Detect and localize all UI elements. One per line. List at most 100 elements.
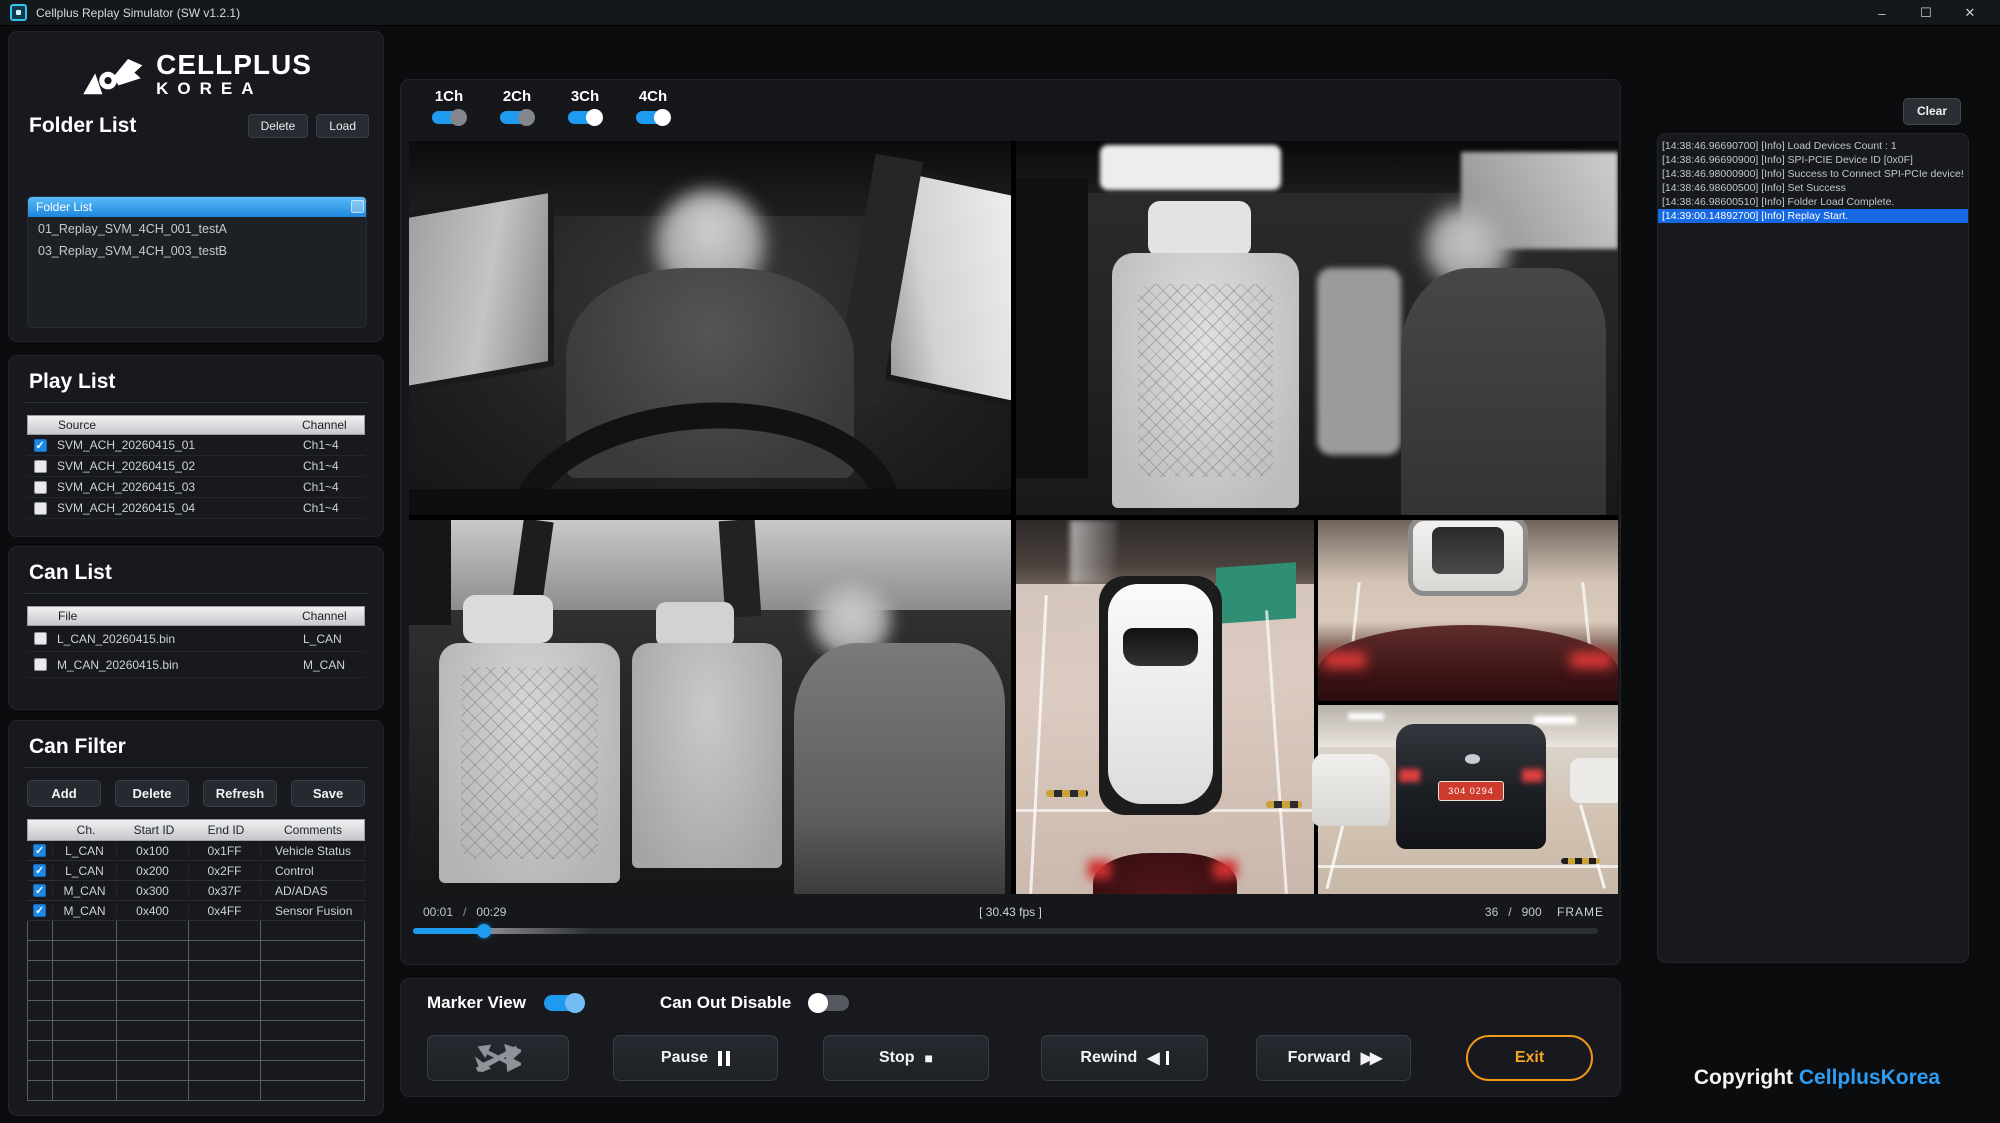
video-channel-2[interactable]: [1016, 141, 1618, 515]
timeline: 00:01 / 00:29 [ 30.43 fps ] 36 / 900 FRA…: [411, 902, 1610, 924]
can-filter-empty-row: [27, 1041, 365, 1061]
rear-view-camera-2: 304 0294: [1318, 705, 1618, 894]
checkbox-checked-icon[interactable]: [34, 439, 47, 452]
folder-list-item[interactable]: 03_Replay_SVM_4CH_003_testB: [28, 239, 366, 261]
log-entry[interactable]: [14:38:46.98600510] [Info] Folder Load C…: [1658, 195, 1968, 209]
cellplus-logo: CELLPLUS KOREA: [9, 32, 383, 100]
can-out-disable-label: Can Out Disable: [660, 993, 791, 1013]
checkbox-checked-icon[interactable]: [33, 884, 46, 897]
channel-toggle-3ch[interactable]: 3Ch: [563, 88, 607, 140]
toggle-switch[interactable]: [568, 111, 602, 124]
play-list-row[interactable]: SVM_ACH_20260415_04Ch1~4: [27, 498, 365, 519]
folder-list-box-header[interactable]: Folder List: [28, 197, 366, 217]
play-list-row[interactable]: SVM_ACH_20260415_01Ch1~4: [27, 435, 365, 456]
column-comments: Comments: [262, 820, 364, 840]
log-panel: [14:38:46.96690700] [Info] Load Devices …: [1657, 133, 1969, 963]
folder-list-panel: CELLPLUS KOREA Folder List Delete Load F…: [8, 31, 384, 342]
can-filter-row[interactable]: M_CAN0x4000x4FFSensor Fusion: [27, 901, 365, 921]
can-list-panel: Can List File Channel L_CAN_20260415.bin…: [8, 546, 384, 710]
maximize-button[interactable]: ☐: [1904, 0, 1948, 26]
close-button[interactable]: ✕: [1948, 0, 1992, 26]
car-seat: [1112, 253, 1299, 507]
brand-sub: KOREA: [156, 79, 312, 99]
can-filter-empty-row: [27, 921, 365, 941]
rewind-button[interactable]: Rewind ◀: [1041, 1035, 1208, 1081]
channel-toggle-4ch[interactable]: 4Ch: [631, 88, 675, 140]
can-filter-empty-row: [27, 1001, 365, 1021]
pause-icon: [718, 1051, 730, 1066]
marker-view-toggle[interactable]: [544, 995, 584, 1011]
log-entry[interactable]: [14:39:00.14892700] [Info] Replay Start.: [1658, 209, 1968, 223]
can-filter-empty-row: [27, 941, 365, 961]
exit-button[interactable]: Exit: [1466, 1035, 1593, 1081]
seek-bar-fill: [413, 928, 484, 934]
seek-bar-thumb[interactable]: [477, 924, 491, 938]
can-filter-empty-row: [27, 1021, 365, 1041]
play-list-panel: Play List Source Channel SVM_ACH_2026041…: [8, 355, 384, 537]
car-seat: [632, 643, 783, 867]
route-disabled-button[interactable]: [427, 1035, 569, 1081]
minimize-button[interactable]: –: [1860, 0, 1904, 26]
checkbox-checked-icon[interactable]: [33, 864, 46, 877]
log-entry[interactable]: [14:38:46.96690700] [Info] Load Devices …: [1658, 139, 1968, 153]
pause-button[interactable]: Pause: [613, 1035, 778, 1081]
can-filter-empty-rows: [27, 921, 365, 1101]
brand-name: CELLPLUS: [156, 51, 312, 79]
video-channel-4[interactable]: 304 0294: [1016, 520, 1618, 894]
log-entry[interactable]: [14:38:46.98600500] [Info] Set Success: [1658, 181, 1968, 195]
folder-delete-button[interactable]: Delete: [248, 114, 309, 138]
checkbox-unchecked-icon[interactable]: [34, 481, 47, 494]
can-filter-refresh-button[interactable]: Refresh: [203, 780, 277, 807]
seek-bar[interactable]: [413, 928, 1598, 934]
app-icon: [10, 4, 27, 21]
video-channel-3[interactable]: [409, 520, 1011, 894]
can-filter-panel: Can Filter Add Delete Refresh Save Ch. S…: [8, 720, 384, 1116]
checkbox-unchecked-icon[interactable]: [34, 502, 47, 515]
channel-toggle-2ch[interactable]: 2Ch: [495, 88, 539, 140]
log-entry[interactable]: [14:38:46.98000900] [Info] Success to Co…: [1658, 167, 1968, 181]
ego-vehicle-topview: [1108, 584, 1212, 805]
play-list-title: Play List: [29, 370, 115, 394]
can-list-row[interactable]: L_CAN_20260415.binL_CAN: [27, 626, 365, 652]
can-filter-row[interactable]: M_CAN0x3000x37FAD/ADAS: [27, 881, 365, 901]
can-filter-save-button[interactable]: Save: [291, 780, 365, 807]
log-entry[interactable]: [14:38:46.96690900] [Info] SPI-PCIE Devi…: [1658, 153, 1968, 167]
forward-button[interactable]: Forward ▶▶: [1256, 1035, 1411, 1081]
channel-toggle-1ch[interactable]: 1Ch: [427, 88, 471, 140]
checkbox-unchecked-icon[interactable]: [34, 632, 47, 645]
toggle-switch[interactable]: [500, 111, 534, 124]
checkbox-checked-icon[interactable]: [33, 844, 46, 857]
can-filter-row[interactable]: L_CAN0x2000x2FFControl: [27, 861, 365, 881]
can-filter-empty-row: [27, 1061, 365, 1081]
passenger-torso: [1401, 268, 1606, 515]
can-out-disable-toggle[interactable]: [809, 995, 849, 1011]
video-channel-1[interactable]: [409, 141, 1011, 515]
can-filter-add-button[interactable]: Add: [27, 780, 101, 807]
can-list-row[interactable]: M_CAN_20260415.binM_CAN: [27, 652, 365, 678]
can-filter-row[interactable]: L_CAN0x1000x1FFVehicle Status: [27, 841, 365, 861]
column-end-id: End ID: [190, 820, 262, 840]
checkbox-checked-icon[interactable]: [33, 904, 46, 917]
play-list-row[interactable]: SVM_ACH_20260415_02Ch1~4: [27, 456, 365, 477]
can-filter-delete-button[interactable]: Delete: [115, 780, 189, 807]
toggle-switch[interactable]: [432, 111, 466, 124]
log-list: [14:38:46.96690700] [Info] Load Devices …: [1658, 139, 1968, 223]
can-list-rows: L_CAN_20260415.binL_CANM_CAN_20260415.bi…: [27, 626, 365, 678]
play-list-row[interactable]: SVM_ACH_20260415_03Ch1~4: [27, 477, 365, 498]
checkbox-unchecked-icon[interactable]: [34, 460, 47, 473]
channel-toggle-bar: 1Ch 2Ch 3Ch 4Ch: [401, 80, 675, 140]
stop-button[interactable]: Stop ■: [823, 1035, 989, 1081]
log-clear-button[interactable]: Clear: [1903, 98, 1961, 125]
title-bar: Cellplus Replay Simulator (SW v1.2.1) – …: [0, 0, 2000, 26]
folder-list-item[interactable]: 01_Replay_SVM_4CH_001_testA: [28, 217, 366, 239]
folder-load-button[interactable]: Load: [316, 114, 369, 138]
can-filter-empty-row: [27, 981, 365, 1001]
folder-list-scroll-icon[interactable]: [351, 200, 364, 213]
toggle-switch[interactable]: [636, 111, 670, 124]
checkbox-unchecked-icon[interactable]: [34, 658, 47, 671]
play-list-rows: SVM_ACH_20260415_01Ch1~4SVM_ACH_20260415…: [27, 435, 365, 519]
column-channel: Channel: [298, 416, 364, 434]
can-filter-rows: L_CAN0x1000x1FFVehicle StatusL_CAN0x2000…: [27, 841, 365, 921]
fps-indicator: [ 30.43 fps ]: [411, 905, 1610, 919]
surround-view-topdown: [1016, 520, 1314, 894]
